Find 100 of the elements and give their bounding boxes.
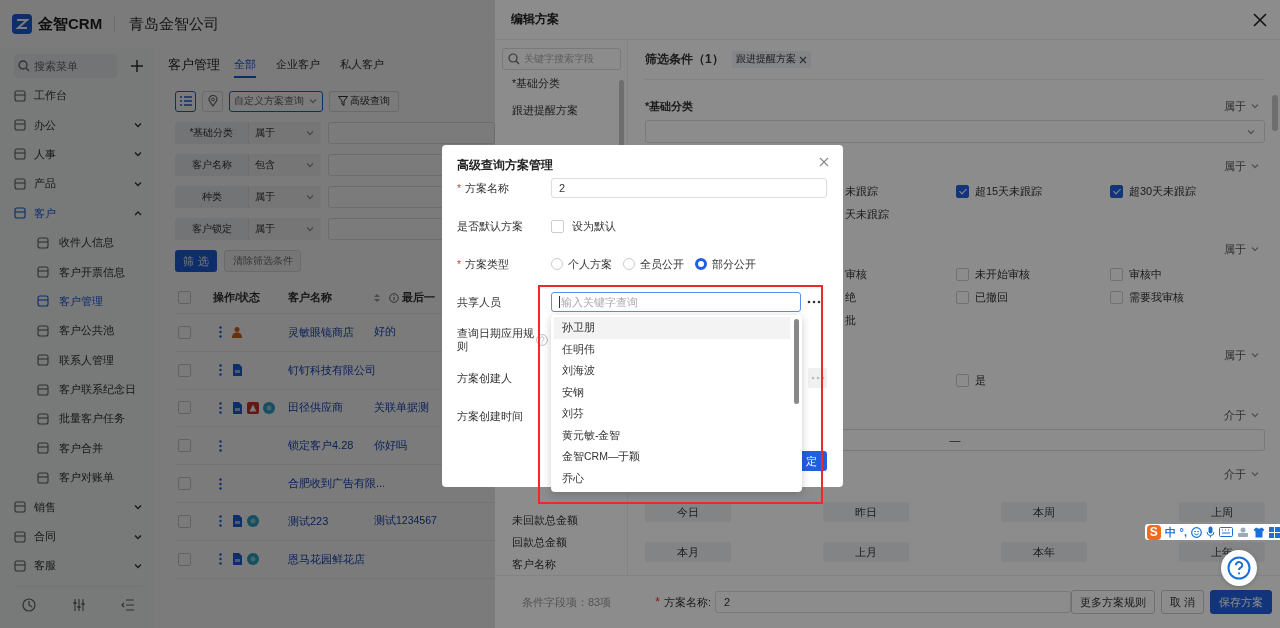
customer-link[interactable]: 锁定客户4.28 [288,438,374,454]
sidebar-item[interactable]: 联系人管理 [14,345,143,375]
operator-select[interactable]: 包含 [248,154,321,176]
sidebar-item[interactable]: 客户联系纪念日 [14,374,143,405]
dropdown-option[interactable]: 安钢 [554,381,790,403]
field-item[interactable]: 未回款总金额 [502,509,627,531]
brand-name: 金智CRM [38,14,103,34]
dropdown-option[interactable]: 刘海波 [554,360,790,382]
date-option-button[interactable]: 上周 [1179,502,1265,522]
scrollbar-thumb[interactable] [619,80,624,146]
operator-select[interactable]: 属于 [248,186,321,208]
sidebar-item[interactable]: 收件人信息 [14,227,143,258]
save-button[interactable]: 保存方案 [1210,590,1272,614]
dropdown-option[interactable]: 乔心 [554,467,790,489]
customer-link[interactable]: 钉钉科技有限公司 [288,362,376,378]
tab[interactable]: 私人客户 [340,52,384,78]
filter-label: 客户名称 [175,154,248,176]
sidebar-item[interactable]: 销售 [14,492,143,522]
operator-select[interactable]: 属于 [1224,241,1260,257]
table-cell: 关联单据测 [374,401,429,415]
chevron-down-icon [1250,469,1260,479]
close-icon [798,55,807,64]
sidebar-item[interactable]: 客户公共池 [14,316,143,346]
search-field[interactable]: 输入关键字查询 [551,292,801,312]
field-item[interactable]: *基础分类 [502,70,627,97]
field-item[interactable]: 回款总金额 [502,531,627,553]
sidebar-item[interactable]: 办公 [14,110,143,140]
name-field[interactable]: 2 [715,591,1071,613]
select-field[interactable] [645,120,1265,143]
operator-select[interactable]: 介于 [1224,466,1260,482]
date-option-button[interactable]: 昨日 [823,502,909,522]
date-option-button[interactable]: 本年 [1001,542,1087,562]
sidebar-item[interactable]: 客户开票信息 [14,257,143,287]
tab[interactable]: 企业客户 [276,52,320,78]
operator-select[interactable]: 属于 [1224,347,1260,363]
sidebar-item[interactable]: 产品 [14,169,143,199]
dropdown-option[interactable]: 刘芬 [554,403,790,425]
footer-button[interactable]: 更多方案规则 [1070,590,1155,614]
checkbox[interactable] [956,185,969,198]
text-field[interactable]: 2 [551,178,827,198]
mode-label[interactable]: 中 [1164,524,1176,540]
sidebar-item[interactable]: 客户 [14,198,143,228]
date-option-button[interactable]: 今日 [645,502,731,522]
sidebar-item[interactable]: 合同 [14,521,143,552]
operator-select[interactable]: 属于 [1224,98,1260,114]
field-label: 查询日期应用规则 [457,327,535,353]
chevron-down-icon [1250,161,1260,171]
filter-label: *基础分类 [175,122,248,144]
sidebar-item[interactable]: 批量客户任务 [14,404,143,434]
filter-button[interactable]: 筛 选 [175,250,217,272]
operator-select[interactable]: 属于 [1224,158,1260,174]
sidebar-item[interactable]: 工作台 [14,81,143,111]
operator-select[interactable]: 属于 [248,122,321,144]
customer-link[interactable]: 田径供应商 [288,400,374,416]
scrollbar-thumb[interactable] [794,319,799,404]
grid-icon [1269,526,1280,538]
dropdown-option[interactable]: 孙卫朋 [554,317,790,339]
scheme-select[interactable]: 自定义方案查询 [229,90,323,112]
customer-link[interactable]: 合肥收到广告有限... [288,476,386,492]
customer-link[interactable]: 恩马花园鲜花店 [288,551,374,567]
sidebar-item[interactable]: 客户管理 [14,286,143,317]
footer-button[interactable]: 取 消 [1160,590,1204,614]
sidebar-item[interactable]: 客户合并 [14,433,143,464]
list-icon [179,96,192,106]
column-header: 最后一 [402,290,435,305]
date-option-button[interactable]: 本周 [1001,502,1087,522]
more-icon [807,300,821,304]
help-icon [536,334,548,346]
dropdown-option[interactable]: 任明伟 [554,338,790,360]
filter-tag[interactable]: 跟进提醒方案 [731,51,811,68]
sidebar-item[interactable]: 人事 [14,139,143,170]
sidebar-item[interactable]: 客服 [14,551,143,581]
date-option-button[interactable]: 本月 [645,542,731,562]
punctuation-label[interactable]: °, [1179,526,1187,538]
advanced-search-button[interactable]: 高级查询 [329,90,399,112]
history-icon [22,597,36,612]
field-label: 方案名称 [465,181,511,195]
operator-select[interactable]: 属于 [248,218,321,240]
required-mark: * [655,595,660,609]
search-field[interactable]: 搜索菜单 [14,54,117,78]
customer-link[interactable]: 灵敏眼镜商店 [288,324,374,340]
field-item[interactable]: 客户名称 [502,553,627,575]
date-option-button[interactable]: 上月 [823,542,909,562]
square-icon [37,324,49,337]
sidebar-item[interactable]: 客户对账单 [14,463,143,493]
operator-select[interactable]: 介于 [1224,407,1260,423]
field-item[interactable]: 跟进提醒方案 [502,97,627,124]
radio-button[interactable] [695,258,707,270]
view-button[interactable] [175,90,196,112]
checkbox[interactable] [1110,185,1123,198]
option-label: 超15天未跟踪 [975,184,1043,199]
square-icon [14,559,26,572]
tab[interactable]: 全部 [234,52,256,78]
scrollbar-thumb[interactable] [1272,95,1278,131]
square-icon [14,119,26,132]
field-label: 方案创建人 [457,371,513,385]
option-label: 绝 [845,290,856,305]
plus-icon [131,60,143,72]
customer-link[interactable]: 测试223 [288,513,374,529]
more-vertical-icon [219,364,222,377]
